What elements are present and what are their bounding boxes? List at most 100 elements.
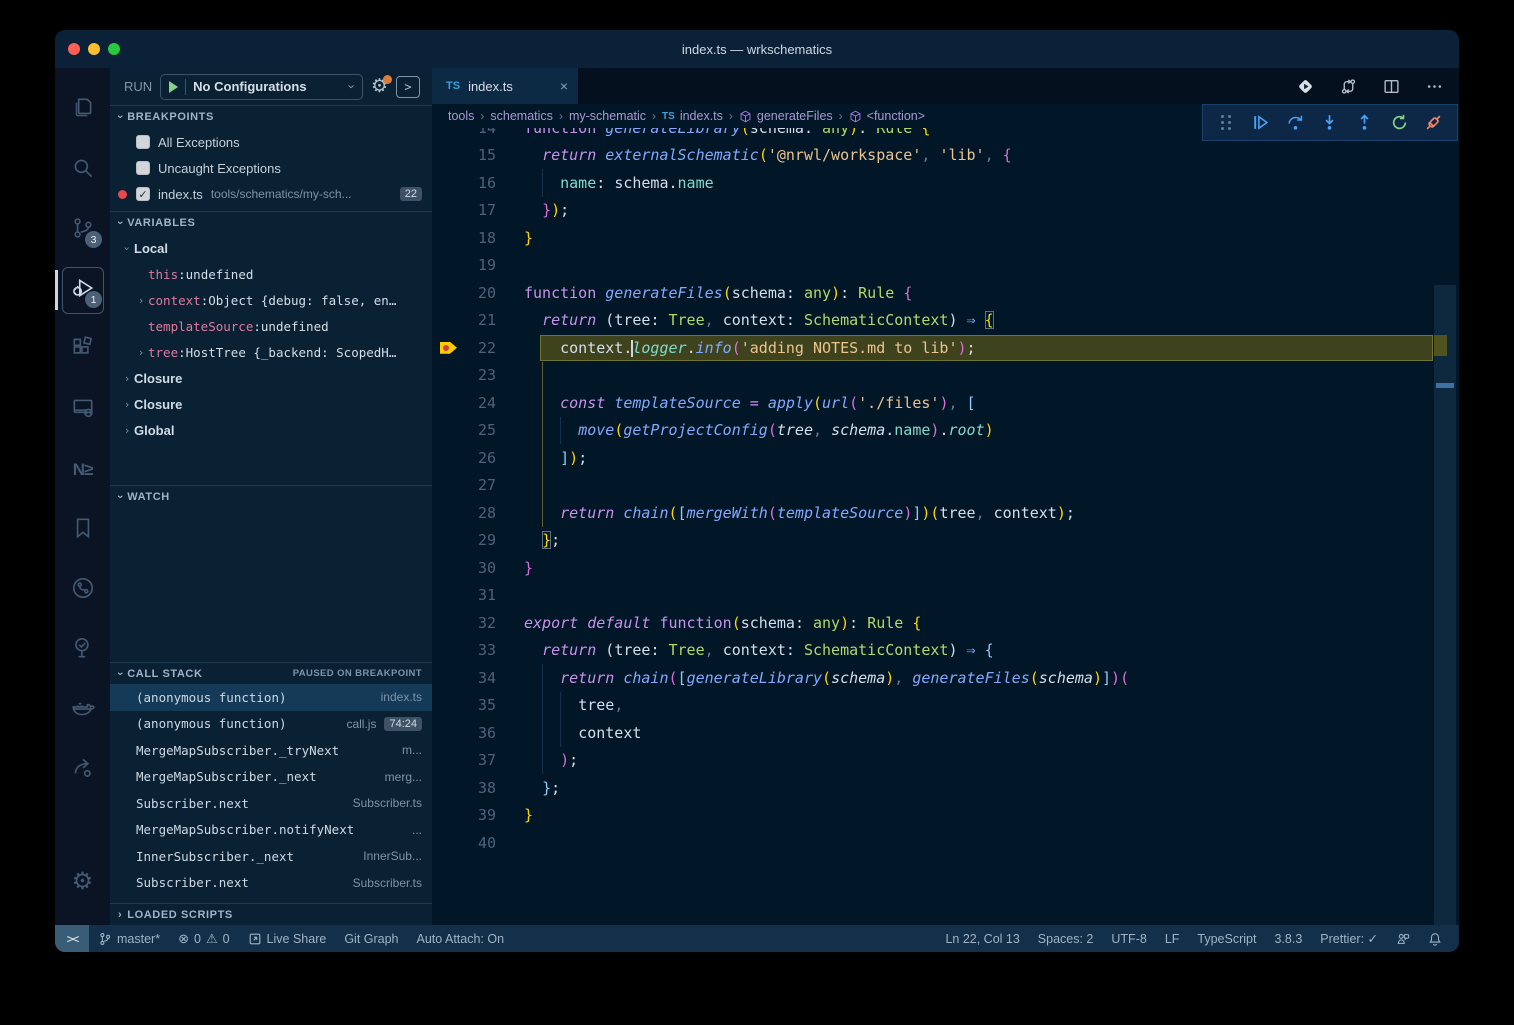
code-line[interactable]: 33 return (tree: Tree, context: Schemati…	[432, 637, 1459, 665]
close-tab-icon[interactable]: ×	[560, 78, 568, 94]
start-debug-icon[interactable]	[169, 81, 178, 93]
scrollbar-slider[interactable]	[1434, 285, 1456, 925]
code-line[interactable]: 38 };	[432, 774, 1459, 802]
call-stack-frame[interactable]: MergeMapSubscriber._nextmerg...	[110, 764, 432, 791]
call-stack-frame[interactable]: Subscriber.nextSubscriber.ts	[110, 870, 432, 897]
gutter[interactable]: 27	[432, 476, 524, 494]
variables-section-header[interactable]: › VARIABLES	[110, 211, 432, 233]
tab-index-ts[interactable]: TS index.ts ×	[432, 68, 578, 104]
breakpoint-checkbox[interactable]	[136, 135, 150, 149]
scope-row[interactable]: ›Closure	[110, 365, 432, 391]
gutter[interactable]: 38	[432, 779, 524, 797]
code-line[interactable]: 40	[432, 829, 1459, 857]
activity-item-nx-console[interactable]: N≥	[55, 440, 110, 500]
activity-item-extensions[interactable]	[55, 320, 110, 380]
remote-indicator[interactable]: ><	[55, 925, 89, 952]
code-line[interactable]: 26 ]);	[432, 444, 1459, 472]
more-actions-button[interactable]	[1426, 78, 1443, 95]
breadcrumb-item-function[interactable]: <function>	[849, 109, 925, 123]
gutter[interactable]: 22	[432, 339, 524, 357]
breakpoint-checkbox[interactable]: ✓	[136, 187, 150, 201]
breadcrumb-item-generateFiles[interactable]: generateFiles	[739, 109, 833, 123]
code-line[interactable]: 36 context	[432, 719, 1459, 747]
code-line[interactable]: 31	[432, 582, 1459, 610]
call-stack-frame[interactable]: InnerSubscriber._nextInnerSub...	[110, 843, 432, 870]
call-stack-frame[interactable]: MergeMapSubscriber._tryNextm...	[110, 737, 432, 764]
gutter[interactable]: 33	[432, 641, 524, 659]
problems-item[interactable]: ⊗ 0 ⚠ 0	[169, 931, 238, 947]
run-file-button[interactable]	[1297, 78, 1314, 95]
indentation-item[interactable]: Spaces: 2	[1029, 932, 1103, 946]
live-share-item[interactable]: Live Share	[239, 932, 336, 946]
feedback-icon[interactable]	[1387, 932, 1419, 946]
breakpoint-row[interactable]: Uncaught Exceptions	[110, 155, 432, 181]
code-line[interactable]: 28 return chain([mergeWith(templateSourc…	[432, 499, 1459, 527]
gutter[interactable]: 23	[432, 366, 524, 384]
auto-attach-item[interactable]: Auto Attach: On	[408, 932, 514, 946]
code-line[interactable]: 39}	[432, 802, 1459, 830]
code-line[interactable]: 29 };	[432, 527, 1459, 555]
code-line[interactable]: 15 return externalSchematic('@nrwl/works…	[432, 142, 1459, 170]
zoom-window-button[interactable]	[108, 43, 120, 55]
activity-item-remote-explorer[interactable]	[55, 380, 110, 440]
activity-item-git-graph[interactable]	[55, 560, 110, 620]
code-line[interactable]: 24 const templateSource = apply(url('./f…	[432, 389, 1459, 417]
gutter[interactable]: 34	[432, 669, 524, 687]
call-stack-frame[interactable]: (anonymous function)call.js74:24	[110, 711, 432, 738]
minimize-window-button[interactable]	[88, 43, 100, 55]
code-line[interactable]: 25 move(getProjectConfig(tree, schema.na…	[432, 417, 1459, 445]
gutter[interactable]: 37	[432, 751, 524, 769]
typescript-version-item[interactable]: 3.8.3	[1265, 932, 1311, 946]
watch-section-header[interactable]: › WATCH	[110, 485, 432, 507]
loaded-scripts-section-header[interactable]: › LOADED SCRIPTS	[110, 903, 432, 925]
eol-item[interactable]: LF	[1156, 932, 1189, 946]
gutter[interactable]: 24	[432, 394, 524, 412]
breakpoint-row[interactable]: All Exceptions	[110, 129, 432, 155]
call-stack-frame[interactable]: MergeMapSubscriber.notifyNext...	[110, 817, 432, 844]
code-line[interactable]: 23	[432, 362, 1459, 390]
activity-item-bookmarks[interactable]	[55, 500, 110, 560]
variable-row[interactable]: this: undefined	[110, 261, 432, 287]
scrollbar[interactable]	[1434, 128, 1456, 925]
open-changes-button[interactable]	[1340, 78, 1357, 95]
git-graph-item[interactable]: Git Graph	[335, 932, 407, 946]
encoding-item[interactable]: UTF-8	[1102, 932, 1155, 946]
breakpoint-row[interactable]: ✓index.tstools/schematics/my-sch...22	[110, 181, 432, 207]
breadcrumb-item-schematics[interactable]: schematics	[490, 109, 553, 123]
code-line[interactable]: 30}	[432, 554, 1459, 582]
activity-item-live-share[interactable]	[55, 740, 110, 800]
call-stack-frame[interactable]: Subscriber.nextSubscriber.ts	[110, 790, 432, 817]
scope-row[interactable]: ›Local	[110, 235, 432, 261]
code-line[interactable]: 16 name: schema.name	[432, 169, 1459, 197]
gutter[interactable]: 17	[432, 201, 524, 219]
language-mode-item[interactable]: TypeScript	[1188, 932, 1265, 946]
gutter[interactable]: 29	[432, 531, 524, 549]
gutter[interactable]: 35	[432, 696, 524, 714]
breakpoints-section-header[interactable]: › BREAKPOINTS	[110, 105, 432, 127]
code-line[interactable]: 17 });	[432, 197, 1459, 225]
gutter[interactable]: 36	[432, 724, 524, 742]
activity-item-explorer[interactable]	[55, 80, 110, 140]
gutter[interactable]: 20	[432, 284, 524, 302]
activity-item-search[interactable]	[55, 140, 110, 200]
gutter[interactable]: 19	[432, 256, 524, 274]
disconnect-button[interactable]	[1419, 109, 1449, 137]
activity-item-test-explorer[interactable]	[55, 620, 110, 680]
prettier-item[interactable]: Prettier: ✓	[1311, 931, 1387, 946]
breadcrumb-item-indexts[interactable]: TSindex.ts	[662, 109, 723, 123]
gutter[interactable]: 18	[432, 229, 524, 247]
code-line[interactable]: 22 context.logger.info('adding NOTES.md …	[432, 334, 1459, 362]
debug-toolbar-drag-grip[interactable]	[1211, 109, 1241, 137]
breadcrumb-item-tools[interactable]: tools	[448, 109, 474, 123]
code-line[interactable]: 27	[432, 472, 1459, 500]
gutter[interactable]: 16	[432, 174, 524, 192]
activity-item-settings[interactable]: ⚙	[55, 851, 110, 911]
gutter[interactable]: 15	[432, 146, 524, 164]
scope-row[interactable]: ›Closure	[110, 391, 432, 417]
code-line[interactable]: 21 return (tree: Tree, context: Schemati…	[432, 307, 1459, 335]
step-over-button[interactable]	[1280, 109, 1310, 137]
code-line[interactable]: 32export default function(schema: any): …	[432, 609, 1459, 637]
code-line[interactable]: 34 return chain([generateLibrary(schema)…	[432, 664, 1459, 692]
gutter[interactable]: 32	[432, 614, 524, 632]
code-line[interactable]: 20function generateFiles(schema: any): R…	[432, 279, 1459, 307]
